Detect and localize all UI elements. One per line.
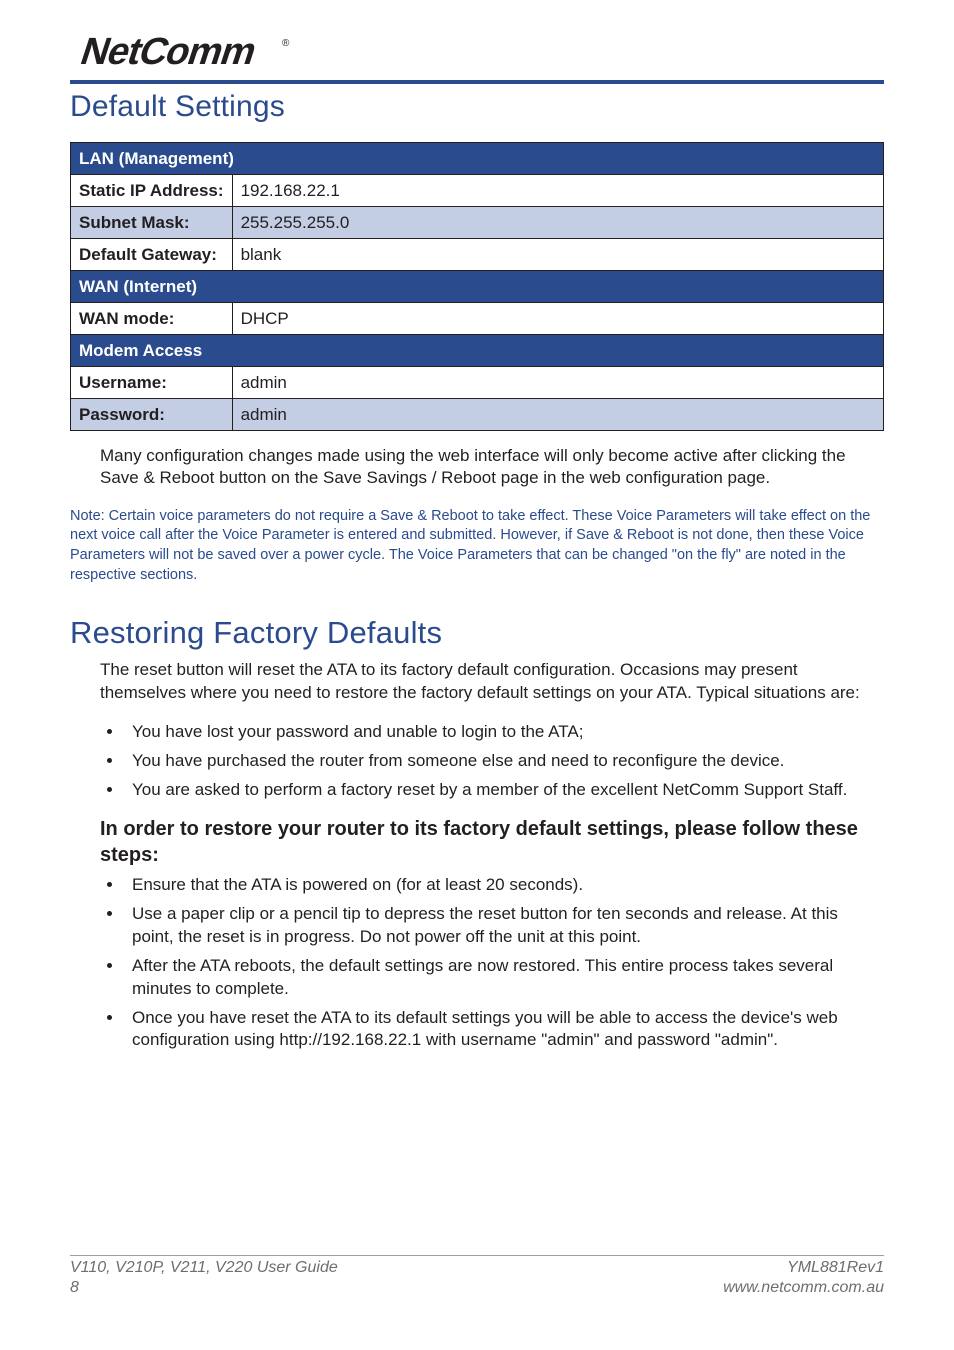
page-footer: V110, V210P, V211, V220 User Guide 8 YML… xyxy=(70,1255,884,1298)
voice-parameters-note: Note: Certain voice parameters do not re… xyxy=(70,507,884,585)
table-row: Password:admin xyxy=(71,399,884,431)
list-item: Use a paper clip or a pencil tip to depr… xyxy=(124,903,884,949)
situations-list: You have lost your password and unable t… xyxy=(100,721,884,802)
setting-label: Subnet Mask: xyxy=(71,207,233,239)
heading-default-settings: Default Settings xyxy=(70,90,884,124)
list-item: You have lost your password and unable t… xyxy=(124,721,884,744)
svg-text:®: ® xyxy=(282,38,290,49)
restore-intro-paragraph: The reset button will reset the ATA to i… xyxy=(100,659,884,704)
table-group-header: Modem Access xyxy=(71,335,884,367)
setting-value: 192.168.22.1 xyxy=(232,175,883,207)
list-item: You have purchased the router from someo… xyxy=(124,750,884,773)
table-group-header: WAN (Internet) xyxy=(71,271,884,303)
footer-rule xyxy=(70,1255,884,1256)
brand-logo: NetComm ® xyxy=(70,28,884,74)
footer-page-number: 8 xyxy=(70,1278,338,1298)
list-item: You are asked to perform a factory reset… xyxy=(124,779,884,802)
default-settings-table: LAN (Management)Static IP Address:192.16… xyxy=(70,142,884,431)
setting-value: admin xyxy=(232,367,883,399)
header-rule xyxy=(70,80,884,84)
svg-text:NetComm: NetComm xyxy=(75,31,261,73)
table-group-header: LAN (Management) xyxy=(71,143,884,175)
footer-guide-title: V110, V210P, V211, V220 User Guide xyxy=(70,1258,338,1278)
list-item: Ensure that the ATA is powered on (for a… xyxy=(124,874,884,897)
setting-value: admin xyxy=(232,399,883,431)
restore-steps-subhead: In order to restore your router to its f… xyxy=(100,816,884,868)
footer-doc-rev: YML881Rev1 xyxy=(723,1258,884,1278)
setting-value: DHCP xyxy=(232,303,883,335)
table-row: Subnet Mask:255.255.255.0 xyxy=(71,207,884,239)
table-row: Static IP Address:192.168.22.1 xyxy=(71,175,884,207)
footer-url: www.netcomm.com.au xyxy=(723,1278,884,1298)
setting-label: Default Gateway: xyxy=(71,239,233,271)
table-row: WAN mode:DHCP xyxy=(71,303,884,335)
setting-value: 255.255.255.0 xyxy=(232,207,883,239)
list-item: After the ATA reboots, the default setti… xyxy=(124,955,884,1001)
list-item: Once you have reset the ATA to its defau… xyxy=(124,1007,884,1053)
setting-label: Password: xyxy=(71,399,233,431)
heading-restoring-defaults: Restoring Factory Defaults xyxy=(70,615,884,651)
table-row: Default Gateway:blank xyxy=(71,239,884,271)
table-row: Username:admin xyxy=(71,367,884,399)
steps-list: Ensure that the ATA is powered on (for a… xyxy=(100,874,884,1053)
save-reboot-paragraph: Many configuration changes made using th… xyxy=(100,445,884,490)
setting-value: blank xyxy=(232,239,883,271)
setting-label: WAN mode: xyxy=(71,303,233,335)
setting-label: Username: xyxy=(71,367,233,399)
setting-label: Static IP Address: xyxy=(71,175,233,207)
